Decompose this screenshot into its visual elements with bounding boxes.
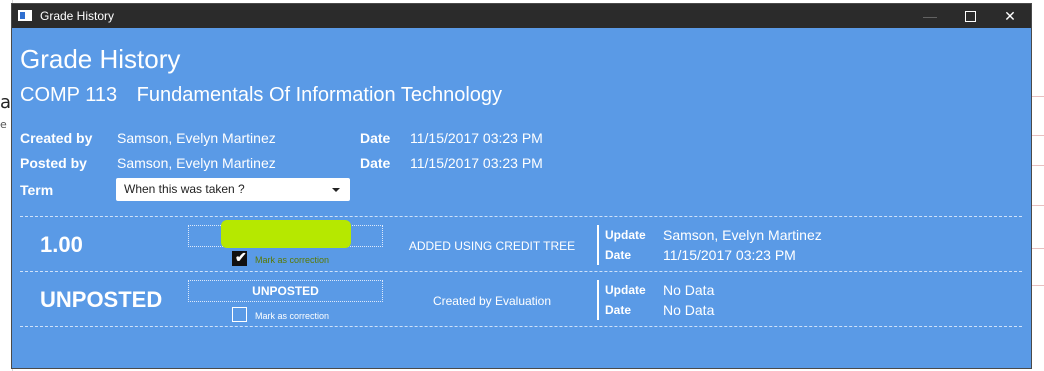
separator xyxy=(597,225,599,265)
divider xyxy=(20,326,1022,327)
mark-correction-label: Mark as correction xyxy=(255,255,330,265)
checkmark-icon: ✔ xyxy=(235,249,247,265)
posted-by-value: Samson, Evelyn Martinez xyxy=(117,155,276,171)
term-label: Term xyxy=(20,182,54,198)
mark-correction-label: Mark as correction xyxy=(255,311,330,321)
created-date-label: Date xyxy=(360,130,391,146)
update-value: No Data xyxy=(663,282,715,298)
maximize-icon xyxy=(964,10,976,22)
mark-correction-checkbox[interactable]: ✔ xyxy=(232,249,247,266)
chevron-down-icon xyxy=(332,188,340,192)
background-text: a xyxy=(0,92,12,113)
app-icon xyxy=(18,10,32,21)
course-heading: COMP 113 Fundamentals Of Information Tec… xyxy=(20,84,502,107)
mark-correction-checkbox[interactable] xyxy=(232,307,247,322)
grade-source: Created by Evaluation xyxy=(432,294,552,308)
update-label: Update xyxy=(605,283,646,297)
posted-by-label: Posted by xyxy=(20,155,87,171)
status-badge: UNPOSTED xyxy=(188,280,383,302)
grade-history-window: Grade History — ✕ Grade History COMP 113… xyxy=(11,3,1032,369)
maximize-button[interactable] xyxy=(950,4,990,28)
created-by-label: Created by xyxy=(20,130,93,146)
update-label: Update xyxy=(605,228,646,242)
posted-date-label: Date xyxy=(360,155,391,171)
background-app-right xyxy=(1032,0,1044,371)
grade-value: 1.00 xyxy=(40,232,83,257)
divider xyxy=(20,271,1022,272)
course-name: Fundamentals Of Information Technology xyxy=(136,84,503,106)
term-selected-value: When this was taken ? xyxy=(124,182,245,196)
minimize-button[interactable]: — xyxy=(910,4,950,28)
term-dropdown[interactable]: When this was taken ? xyxy=(116,178,350,201)
divider xyxy=(20,216,1022,217)
grade-value: UNPOSTED xyxy=(40,287,163,312)
date-value: 11/15/2017 03:23 PM xyxy=(663,247,796,263)
update-value: Samson, Evelyn Martinez xyxy=(663,227,822,243)
course-code: COMP 113 xyxy=(20,84,118,106)
title-bar[interactable]: Grade History — ✕ xyxy=(12,4,1031,28)
grade-source: ADDED USING CREDIT TREE xyxy=(408,239,576,253)
page-title: Grade History xyxy=(20,44,181,74)
date-label: Date xyxy=(605,248,632,262)
created-date-value: 11/15/2017 03:23 PM xyxy=(410,130,543,146)
date-value: No Data xyxy=(663,302,715,318)
created-by-value: Samson, Evelyn Martinez xyxy=(117,130,276,146)
window-title: Grade History xyxy=(40,9,115,23)
annotation-highlight xyxy=(221,220,351,248)
background-text-small: e xyxy=(0,118,7,131)
posted-date-value: 11/15/2017 03:23 PM xyxy=(410,155,543,171)
close-button[interactable]: ✕ xyxy=(990,4,1030,28)
separator xyxy=(597,280,599,320)
date-label: Date xyxy=(605,303,632,317)
window-content: Grade History COMP 113 Fundamentals Of I… xyxy=(12,28,1031,368)
